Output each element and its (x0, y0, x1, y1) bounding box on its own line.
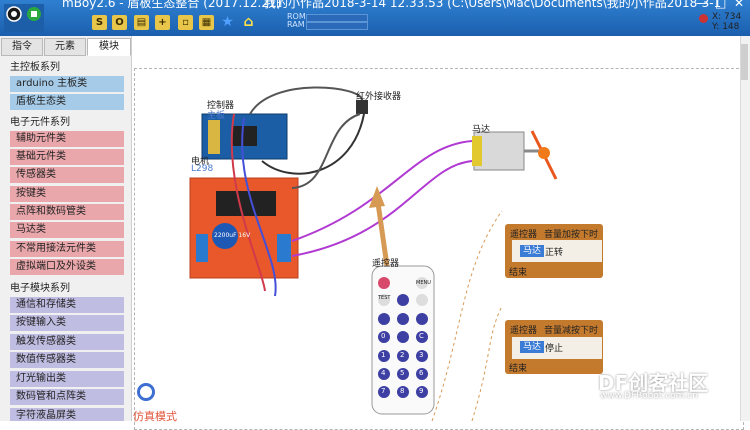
open-icon[interactable]: O (112, 15, 127, 30)
block-end: 结束 (509, 268, 528, 278)
block-action: 正转 (545, 248, 564, 258)
block-event: 音量减按下时 (544, 326, 599, 336)
list-item[interactable]: 基础元件类 (10, 149, 124, 165)
scrollbar-thumb[interactable] (741, 44, 748, 80)
document-title: 我的小作品2018-3-14 12.33.53 (C:\Users\Mac\Do… (264, 0, 722, 10)
list-item[interactable]: 按键输入类 (10, 315, 124, 331)
app-logo-icon (4, 4, 44, 32)
category-electronic-modules[interactable]: 电子模块系列 (10, 279, 70, 294)
list-item[interactable]: 灯光输出类 (10, 371, 124, 387)
remote-btn-4: 4 (381, 369, 386, 377)
motor-label: 马达 (472, 125, 491, 135)
star-icon[interactable]: ★ (220, 15, 235, 30)
list-item[interactable]: 辅助元件类 (10, 131, 124, 147)
ram-label: RAM (287, 20, 305, 29)
simulation-mode-icon[interactable] (137, 383, 155, 401)
remote-btn-8: 8 (400, 387, 405, 395)
vertical-scrollbar[interactable] (740, 36, 750, 421)
list-item[interactable]: 盾板生态类 (10, 94, 124, 110)
remote-btn-menu: MENU (416, 280, 431, 286)
remote-btn-0: 0 (381, 332, 386, 340)
export-icon[interactable]: ▦ (199, 15, 214, 30)
remote-btn-3: 3 (419, 351, 424, 359)
ir-receiver[interactable] (356, 100, 368, 114)
list-item[interactable]: 触发传感器类 (10, 334, 124, 350)
capacitor-label: 2200uF 16V (214, 232, 251, 239)
remote-label: 遥控器 (372, 259, 400, 269)
list-item[interactable]: 数值传感器类 (10, 352, 124, 368)
save-icon[interactable]: S (92, 15, 107, 30)
controller-sub-label: 主板 (207, 111, 226, 121)
block-action: 停止 (545, 344, 564, 354)
coordinate-pin-icon (699, 14, 708, 23)
list-item[interactable]: 通信和存储类 (10, 297, 124, 313)
ir-receiver-label: 红外接收器 (356, 92, 402, 102)
maximize-icon[interactable]: □ (715, 0, 726, 10)
home-icon[interactable]: ⌂ (241, 15, 256, 30)
coordinate-readout: X: 734 Y: 148 (712, 12, 741, 32)
tab-bar: 指令 元素 模块 (0, 38, 131, 56)
driver-sub-label: L298 (191, 164, 214, 174)
block-end: 结束 (509, 364, 528, 374)
remote-btn-c: C (419, 332, 424, 340)
ram-bar (306, 22, 368, 30)
block-head: 遥控器 (510, 326, 538, 336)
tab-commands[interactable]: 指令 (1, 38, 43, 56)
category-main-boards[interactable]: 主控板系列 (10, 58, 60, 73)
coord-y: Y: 148 (712, 22, 740, 32)
remote-btn-6: 6 (419, 369, 424, 377)
list-item[interactable]: 不常用接法元件类 (10, 241, 124, 257)
remote-btn-test: TEST (378, 295, 391, 301)
file-icon[interactable]: ▫ (178, 15, 193, 30)
block-event: 音量加按下时 (544, 230, 599, 240)
list-item[interactable]: 点阵和数码管类 (10, 204, 124, 220)
list-item[interactable]: arduino 主板类 (10, 76, 124, 92)
watermark-url: www.DFRobot.com.cn (600, 391, 698, 401)
left-panel: 指令 元素 模块 主控板系列 arduino 主板类 盾板生态类 电子元件系列 … (0, 36, 132, 421)
list-item[interactable]: 虚拟端口及外设类 (10, 259, 124, 275)
block-head: 遥控器 (510, 230, 538, 240)
remote-btn-2: 2 (400, 351, 405, 359)
tab-elements[interactable]: 元素 (44, 38, 86, 56)
list-item[interactable]: 字符液晶屏类 (10, 408, 124, 421)
list-item[interactable]: 马达类 (10, 222, 124, 238)
list-item[interactable]: 按键类 (10, 186, 124, 202)
close-icon[interactable]: ✕ (734, 0, 744, 10)
list-item[interactable]: 传感器类 (10, 167, 124, 183)
minimize-icon[interactable]: — (696, 0, 708, 10)
simulation-mode-label[interactable]: 仿真模式 (133, 408, 177, 424)
category-electronic-components[interactable]: 电子元件系列 (10, 113, 70, 128)
coord-x: X: 734 (712, 12, 742, 22)
add-file-icon[interactable]: + (155, 15, 170, 30)
circuit-diagram[interactable] (132, 36, 739, 421)
block-target-tag[interactable]: 马达 (520, 245, 545, 257)
remote-btn-5: 5 (400, 369, 405, 377)
remote-btn-7: 7 (381, 387, 386, 395)
block-target-tag[interactable]: 马达 (520, 341, 545, 353)
folder-icon[interactable]: ▤ (134, 15, 149, 30)
tab-modules[interactable]: 模块 (87, 38, 131, 56)
rom-bar (306, 14, 368, 22)
remote-btn-9: 9 (419, 387, 424, 395)
app-title: mBoy2.6 - 盾板生态整合 (2017.12.21) (62, 0, 282, 10)
remote-btn-1: 1 (381, 351, 386, 359)
list-item[interactable]: 数码管和点阵类 (10, 389, 124, 405)
